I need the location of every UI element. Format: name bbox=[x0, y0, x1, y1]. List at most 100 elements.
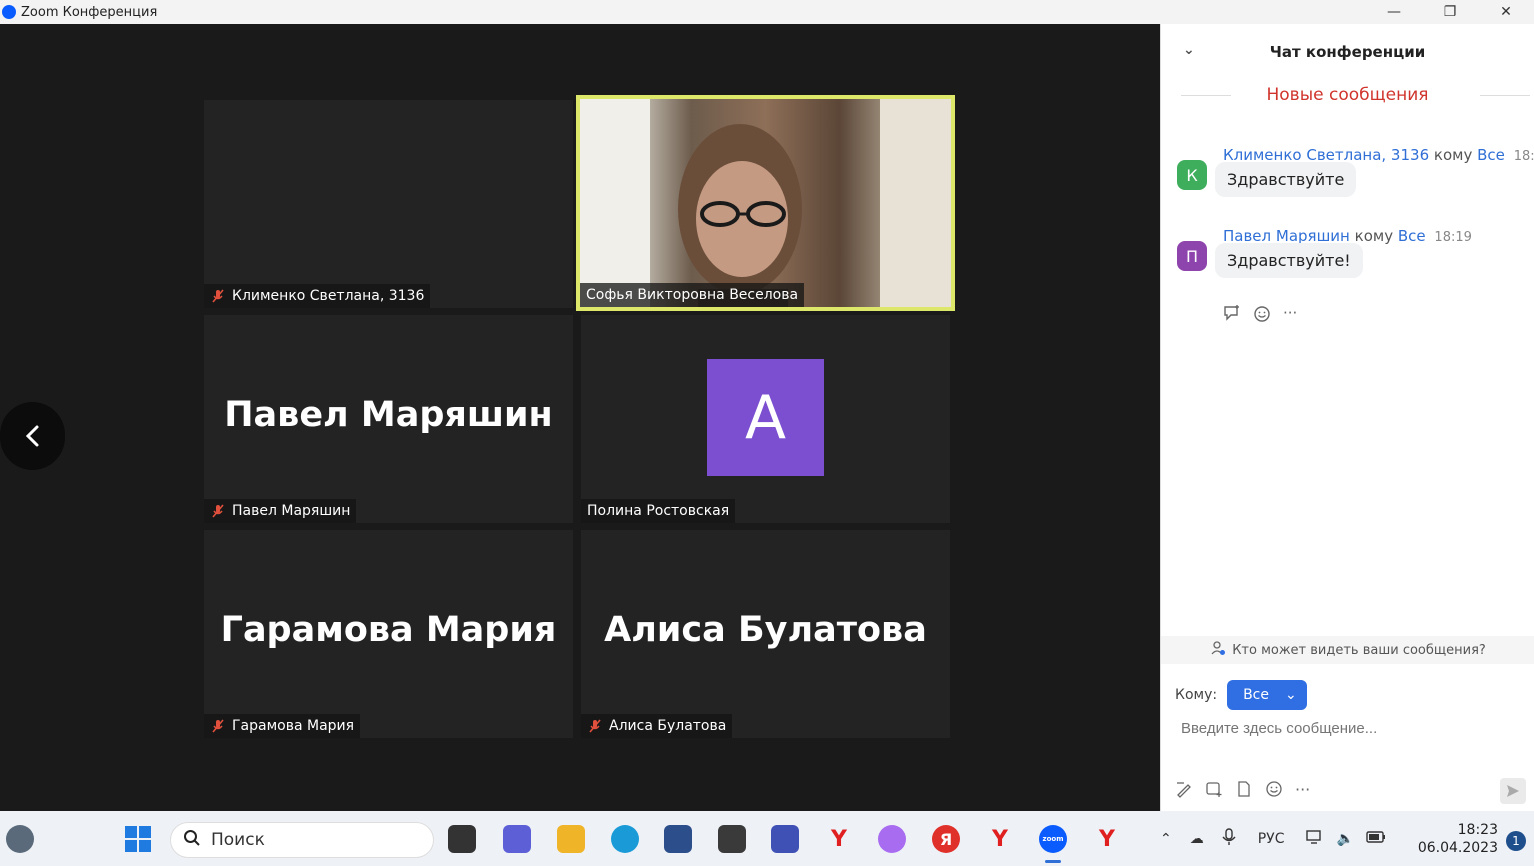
window-controls: — ❐ ✕ bbox=[1366, 0, 1534, 24]
more-options-icon[interactable]: ··· bbox=[1295, 780, 1310, 802]
cloud-sync-icon[interactable]: ☁ bbox=[1190, 831, 1204, 847]
battery-icon[interactable] bbox=[1366, 830, 1386, 848]
participant-name-tag: Клименко Светлана, 3136 bbox=[204, 284, 431, 308]
yandex-browser-icon[interactable]: Y bbox=[986, 825, 1014, 853]
zoom-app-icon[interactable]: zoom bbox=[1039, 825, 1067, 863]
widgets-icon[interactable] bbox=[6, 825, 34, 853]
new-messages-label: Новые сообщения bbox=[1266, 85, 1429, 105]
network-icon[interactable] bbox=[1306, 829, 1324, 849]
yandex-icon[interactable]: Я bbox=[932, 825, 960, 853]
minimize-button[interactable]: — bbox=[1366, 0, 1422, 24]
message-actions: ··· bbox=[1223, 304, 1297, 326]
participant-tile-active-speaker[interactable]: Софья Викторовна Веселова bbox=[576, 95, 955, 311]
search-label: Поиск bbox=[211, 830, 265, 850]
window-title: Zoom Конференция bbox=[21, 4, 158, 20]
emoji-reaction-icon[interactable] bbox=[1253, 304, 1271, 326]
system-clock[interactable]: 18:23 06.04.2023 bbox=[1418, 821, 1498, 857]
message-to-word: кому bbox=[1354, 227, 1394, 245]
more-options-icon[interactable]: ··· bbox=[1283, 304, 1297, 326]
edge-browser-icon[interactable] bbox=[611, 825, 639, 853]
app-chart-icon[interactable] bbox=[771, 825, 799, 853]
yandex-browser-icon[interactable]: Y bbox=[825, 825, 853, 853]
message-time: 18:19 bbox=[1513, 149, 1534, 164]
video-gallery: Клименко Светлана, 3136 Софья Викторовна… bbox=[0, 24, 1160, 811]
volume-icon[interactable]: 🔈 bbox=[1336, 831, 1353, 847]
taskbar: Поиск Y Я Y zoom Y ⌃ ☁ РУС 🔈 18:23 06.04… bbox=[0, 811, 1534, 866]
message-bubble: Здравствуйте! bbox=[1215, 243, 1363, 278]
participant-tile[interactable]: A Полина Ростовская bbox=[581, 315, 950, 523]
privacy-note-text: Кто может видеть ваши сообщения? bbox=[1232, 642, 1486, 658]
avatar: К bbox=[1177, 160, 1207, 190]
task-view-icon[interactable] bbox=[448, 825, 476, 853]
chevron-down-icon: ⌄ bbox=[1285, 687, 1297, 703]
participant-name: Павел Маряшин bbox=[232, 503, 351, 519]
participant-name: Клименко Светлана, 3136 bbox=[232, 288, 425, 304]
microphone-icon[interactable] bbox=[1222, 827, 1236, 850]
emoji-icon[interactable] bbox=[1265, 780, 1283, 802]
participant-display-name: Гарамова Мария bbox=[220, 610, 557, 650]
avatar: П bbox=[1177, 241, 1207, 271]
microsoft-store-icon[interactable] bbox=[664, 825, 692, 853]
recipient-value: Все bbox=[1243, 687, 1269, 703]
windows-start-icon[interactable] bbox=[124, 825, 152, 853]
participant-name-tag: Полина Ростовская bbox=[581, 499, 736, 523]
person-info-icon bbox=[1210, 640, 1226, 660]
file-icon[interactable] bbox=[1235, 780, 1253, 802]
participant-name: Софья Викторовна Веселова bbox=[586, 287, 799, 303]
system-tray: ⌃ ☁ РУС 🔈 bbox=[1160, 811, 1386, 866]
participant-name-tag: Алиса Булатова bbox=[581, 714, 733, 738]
close-button[interactable]: ✕ bbox=[1478, 0, 1534, 24]
participant-name: Алиса Булатова bbox=[609, 718, 727, 734]
composer-toolbar: ··· bbox=[1175, 780, 1310, 802]
reply-icon[interactable] bbox=[1223, 304, 1241, 326]
screenshot-icon[interactable] bbox=[1205, 780, 1223, 802]
chat-title: Чат конференции bbox=[1269, 43, 1426, 61]
participant-tile[interactable]: Павел Маряшин Павел Маряшин bbox=[204, 315, 573, 523]
mic-muted-icon bbox=[210, 503, 226, 519]
participant-avatar: A bbox=[707, 359, 824, 476]
participant-name-tag: Гарамова Мария bbox=[204, 714, 361, 738]
taskbar-search[interactable]: Поиск bbox=[170, 822, 434, 858]
teams-chat-icon[interactable] bbox=[503, 825, 531, 853]
clock-time: 18:23 bbox=[1457, 822, 1498, 838]
language-indicator[interactable]: РУС bbox=[1258, 831, 1285, 847]
mic-muted-icon bbox=[587, 718, 603, 734]
search-icon bbox=[183, 829, 201, 852]
participant-name: Полина Ростовская bbox=[587, 503, 730, 519]
restore-button[interactable]: ❐ bbox=[1422, 0, 1478, 24]
privacy-note[interactable]: Кто может видеть ваши сообщения? bbox=[1161, 636, 1534, 664]
message-time: 18:19 bbox=[1434, 230, 1472, 245]
format-text-icon[interactable] bbox=[1175, 780, 1193, 802]
chevron-left-icon bbox=[25, 425, 38, 447]
new-messages-divider: Новые сообщения bbox=[1161, 80, 1534, 110]
file-explorer-icon[interactable] bbox=[557, 825, 585, 853]
send-icon bbox=[1507, 785, 1519, 797]
zoom-logo-icon bbox=[2, 5, 16, 19]
recipient-row: Кому: Все ⌄ bbox=[1175, 680, 1307, 710]
chevron-down-icon[interactable]: ⌄ bbox=[1183, 42, 1195, 58]
message-bubble: Здравствуйте bbox=[1215, 162, 1357, 197]
recipient-label: Кому: bbox=[1175, 687, 1218, 703]
previous-page-button[interactable] bbox=[0, 402, 65, 470]
participant-name-tag: Павел Маряшин bbox=[204, 499, 357, 523]
mic-muted-icon bbox=[210, 718, 226, 734]
chevron-up-icon[interactable]: ⌃ bbox=[1160, 831, 1172, 847]
participant-tile[interactable]: Клименко Светлана, 3136 bbox=[204, 100, 573, 308]
clock-date: 06.04.2023 bbox=[1417, 840, 1498, 856]
yandex-browser-icon[interactable]: Y bbox=[1093, 825, 1121, 853]
app-cube-icon[interactable] bbox=[718, 825, 746, 853]
mic-muted-icon bbox=[210, 288, 226, 304]
message-input[interactable] bbox=[1181, 720, 1511, 737]
recipient-select[interactable]: Все ⌄ bbox=[1227, 680, 1307, 710]
title-bar: Zoom Конференция — ❐ ✕ bbox=[0, 0, 1534, 24]
alice-assistant-icon[interactable] bbox=[878, 825, 906, 853]
message-recipient[interactable]: Все bbox=[1398, 227, 1426, 245]
notification-badge[interactable]: 1 bbox=[1506, 831, 1526, 851]
participant-display-name: Алиса Булатова bbox=[604, 610, 927, 650]
send-button[interactable] bbox=[1500, 778, 1526, 804]
participant-video bbox=[580, 99, 951, 307]
message-recipient[interactable]: Все bbox=[1477, 146, 1505, 164]
participant-tile[interactable]: Алиса Булатова Алиса Булатова bbox=[581, 530, 950, 738]
participant-tile[interactable]: Гарамова Мария Гарамова Мария bbox=[204, 530, 573, 738]
chat-panel: ⌄ Чат конференции Новые сообщения Климен… bbox=[1160, 24, 1534, 811]
